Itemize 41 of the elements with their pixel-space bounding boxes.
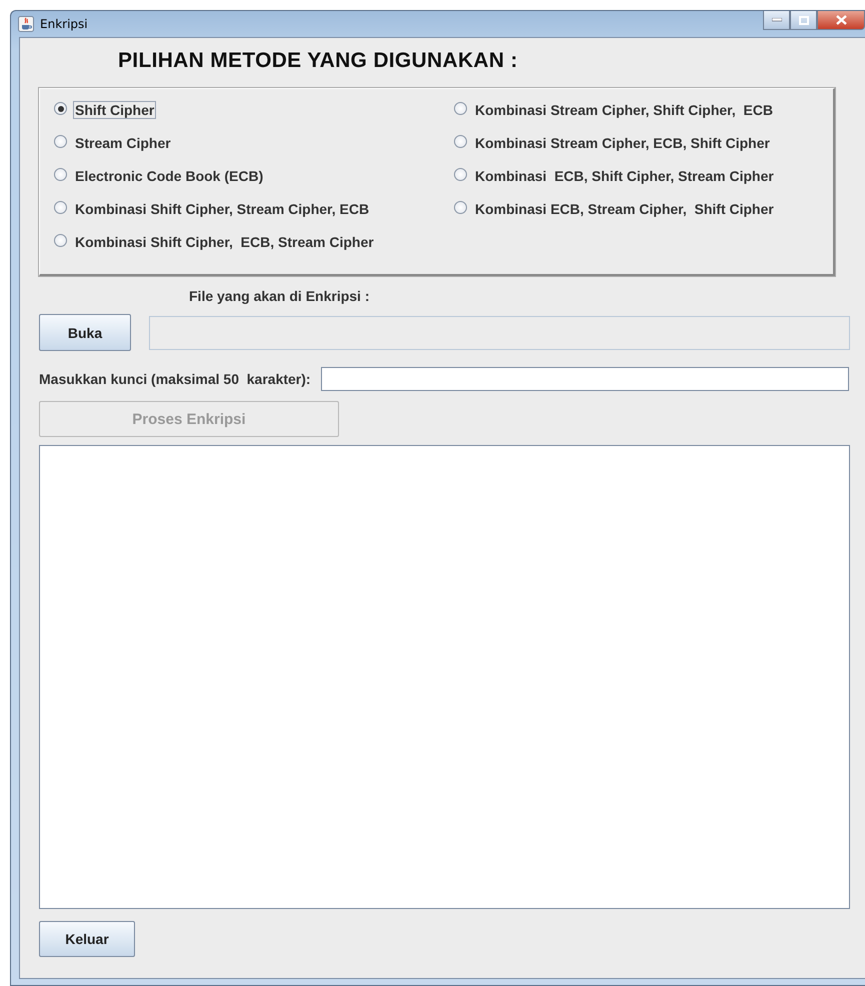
radio-button[interactable] [454,201,467,214]
radio-option[interactable]: Shift Cipher [54,101,454,121]
key-input-field[interactable] [320,367,849,391]
radio-button[interactable] [54,168,67,181]
radio-option[interactable]: Kombinasi Shift Cipher, Stream Cipher, ECB [54,200,454,220]
minimize-icon [772,18,782,22]
close-icon [836,15,846,25]
option-label: Kombinasi ECB, Shift Cipher, Stream Cipher [474,167,775,185]
exit-button[interactable]: Keluar [39,921,135,957]
radio-option[interactable]: Kombinasi ECB, Stream Cipher, Shift Cipher [454,200,823,220]
radio-option[interactable]: Kombinasi Shift Cipher, ECB, Stream Cipher [54,233,454,253]
option-label: Stream Cipher [74,134,172,152]
radio-button[interactable] [54,135,67,148]
radio-button[interactable] [454,135,467,148]
option-label: Electronic Code Book (ECB) [74,167,264,185]
heading: PILIHAN METODE YANG DIGUNAKAN : [118,48,519,74]
radio-option[interactable]: Stream Cipher [54,134,454,154]
option-label: Kombinasi Stream Cipher, Shift Cipher, ECB [474,101,774,119]
radio-option[interactable]: Kombinasi Stream Cipher, Shift Cipher, ECB [454,101,823,121]
option-label: Kombinasi Shift Cipher, Stream Cipher, ECB [74,200,370,218]
radio-option[interactable]: Kombinasi ECB, Shift Cipher, Stream Cipher [454,167,823,187]
option-label: Kombinasi Stream Cipher, ECB, Shift Cipher [474,134,771,152]
maximize-icon [798,16,808,24]
option-label: Shift Cipher [73,101,156,119]
maximize-button[interactable] [790,11,817,30]
radio-button[interactable] [454,102,467,115]
minimize-button[interactable] [763,11,790,30]
window-title: Enkripsi [40,17,88,31]
radio-option[interactable]: Kombinasi Stream Cipher, ECB, Shift Cipher [454,134,823,154]
radio-button[interactable] [454,168,467,181]
coffee-cup-icon [18,16,34,32]
file-label: File yang akan di Enkripsi : [189,288,370,306]
radio-button[interactable] [54,102,67,115]
key-label: Masukkan kunci (maksimal 50 karakter): [39,371,311,387]
radio-button[interactable] [54,201,67,214]
option-label: Kombinasi ECB, Stream Cipher, Shift Cipher [474,200,775,218]
open-button[interactable]: Buka [39,314,131,351]
close-button[interactable] [817,11,865,30]
radio-option[interactable]: Electronic Code Book (ECB) [54,167,454,187]
radio-button[interactable] [54,234,67,247]
option-label: Kombinasi Shift Cipher, ECB, Stream Cipher [74,233,375,251]
